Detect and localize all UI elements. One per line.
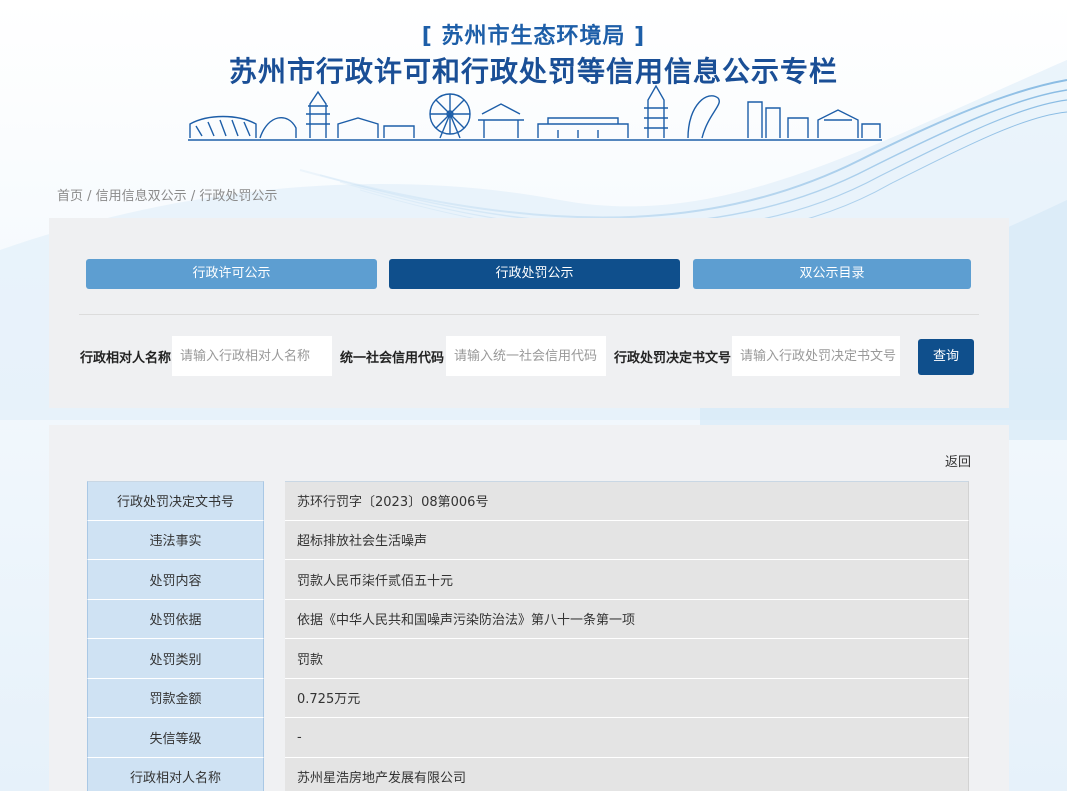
credit-code-input[interactable]: [446, 336, 606, 376]
cell-gap: [264, 639, 285, 679]
breadcrumb: 首页 / 信用信息双公示 / 行政处罚公示: [57, 185, 277, 204]
cell-gap: [264, 599, 285, 639]
field-label: 处罚内容: [87, 560, 264, 600]
cell-gap: [264, 560, 285, 600]
query-button[interactable]: 查询: [918, 339, 974, 375]
cell-gap: [264, 757, 285, 791]
cell-gap: [264, 481, 285, 521]
table-row: 罚款金额 0.725万元: [87, 678, 969, 718]
city-skyline-illustration: [188, 84, 882, 141]
field-label: 处罚依据: [87, 599, 264, 639]
field-label: 行政处罚决定文书号: [87, 481, 264, 521]
cell-gap: [264, 678, 285, 718]
credit-code-label: 统一社会信用代码: [340, 351, 445, 366]
page-header: [ 苏州市生态环境局 ] 苏州市行政许可和行政处罚等信用信息公示专栏: [0, 0, 1067, 180]
decision-number-label: 行政处罚决定书文号: [614, 351, 732, 366]
cell-gap: [264, 520, 285, 560]
department-title: [ 苏州市生态环境局 ]: [421, 24, 646, 49]
breadcrumb-penalty-publicity[interactable]: 行政处罚公示: [199, 189, 277, 204]
field-label: 罚款金额: [87, 678, 264, 718]
field-value: -: [285, 718, 969, 758]
tab-dual-publicity-directory[interactable]: 双公示目录: [693, 259, 971, 289]
field-label: 行政相对人名称: [87, 757, 264, 791]
field-value: 罚款人民币柒仟贰佰五十元: [285, 560, 969, 600]
detail-table: 行政处罚决定文书号 苏环行罚字〔2023〕08第006号 违法事实 超标排放社会生活噪…: [87, 481, 969, 791]
breadcrumb-home[interactable]: 首页: [57, 189, 83, 204]
breadcrumb-dual-publicity[interactable]: 信用信息双公示: [96, 189, 187, 204]
field-value: 依据《中华人民共和国噪声污染防治法》第八十一条第一项: [285, 599, 969, 639]
table-row: 行政相对人名称 苏州星浩房地产发展有限公司: [87, 757, 969, 791]
table-row: 处罚类别 罚款: [87, 639, 969, 679]
field-value: 超标排放社会生活噪声: [285, 520, 969, 560]
panel-divider: [79, 314, 979, 315]
decision-number-input[interactable]: [732, 336, 900, 376]
breadcrumb-separator: /: [83, 189, 96, 204]
field-label: 失信等级: [87, 718, 264, 758]
table-row: 处罚内容 罚款人民币柒仟贰佰五十元: [87, 560, 969, 600]
tab-license-publicity[interactable]: 行政许可公示: [86, 259, 377, 289]
detail-panel: 返回 行政处罚决定文书号 苏环行罚字〔2023〕08第006号 违法事实 超标排放社会…: [49, 425, 1009, 791]
field-label: 处罚类别: [87, 639, 264, 679]
name-label: 行政相对人名称: [80, 351, 172, 366]
table-row: 违法事实 超标排放社会生活噪声: [87, 520, 969, 560]
table-row: 失信等级 -: [87, 718, 969, 758]
back-link[interactable]: 返回: [945, 451, 971, 470]
table-row: 行政处罚决定文书号 苏环行罚字〔2023〕08第006号: [87, 481, 969, 521]
field-value: 苏州星浩房地产发展有限公司: [285, 757, 969, 791]
field-value: 苏环行罚字〔2023〕08第006号: [285, 481, 969, 521]
breadcrumb-separator: /: [186, 189, 200, 204]
field-label: 违法事实: [87, 520, 264, 560]
search-panel: 行政许可公示 行政处罚公示 双公示目录 行政相对人名称 统一社会信用代码 行政处…: [49, 218, 1009, 408]
name-input[interactable]: [172, 336, 332, 376]
table-row: 处罚依据 依据《中华人民共和国噪声污染防治法》第八十一条第一项: [87, 599, 969, 639]
field-value: 0.725万元: [285, 678, 969, 718]
field-value: 罚款: [285, 639, 969, 679]
tab-penalty-publicity[interactable]: 行政处罚公示: [389, 259, 680, 289]
cell-gap: [264, 718, 285, 758]
